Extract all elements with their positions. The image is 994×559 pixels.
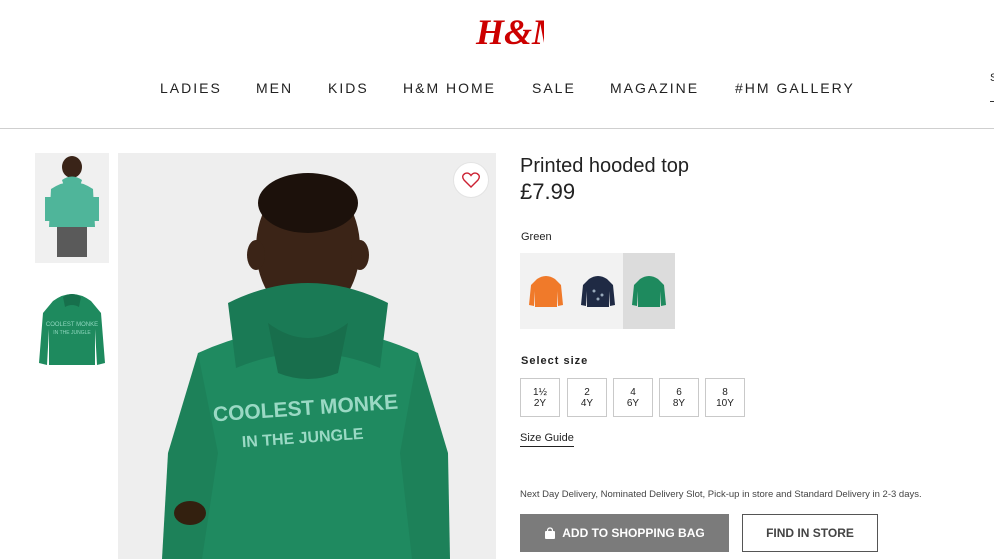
swatch-navy-image (581, 276, 615, 307)
swatch-navy[interactable] (572, 253, 624, 329)
hm-logo-svg: H&M (475, 12, 566, 52)
size-option-6y-year: 6Y (626, 398, 640, 409)
size-option-2y[interactable]: 1½ 2Y (520, 378, 560, 417)
size-option-4y[interactable]: 2 4Y (567, 378, 607, 417)
color-label: Green (521, 231, 552, 243)
nav-kids[interactable]: KIDS (328, 80, 369, 96)
add-to-bag-label: ADD TO SHOPPING BAG (562, 526, 705, 540)
select-size-label: Select size (521, 355, 589, 367)
size-option-2y-age: 1½ (533, 387, 547, 398)
favourite-button[interactable] (453, 162, 489, 198)
nav-men[interactable]: MEN (256, 80, 293, 96)
shopping-bag-icon (545, 527, 556, 539)
product-title: Printed hooded top (520, 155, 690, 177)
heart-icon (462, 172, 480, 188)
swatch-green-image (632, 276, 666, 307)
delivery-info: Next Day Delivery, Nominated Delivery Sl… (520, 489, 922, 500)
hm-logo[interactable]: H&M (472, 6, 566, 54)
nav-search-partial[interactable]: S (990, 72, 994, 102)
thumbnail-model-image (35, 153, 109, 263)
size-guide-link[interactable]: Size Guide (520, 432, 574, 447)
size-option-10y-age: 8 (722, 387, 728, 398)
nav-search-partial-text: S (990, 72, 994, 84)
size-option-6y-age: 4 (630, 387, 636, 398)
thumbnail-hoodie-image: COOLEST MONKE IN THE JUNGLE (39, 294, 105, 365)
nav-ladies[interactable]: LADIES (160, 80, 222, 96)
nav-hm-gallery[interactable]: #HM GALLERY (735, 80, 855, 96)
size-option-10y-year: 10Y (716, 398, 734, 409)
size-option-8y-age: 6 (676, 387, 682, 398)
size-option-6y[interactable]: 4 6Y (613, 378, 653, 417)
size-option-8y[interactable]: 6 8Y (659, 378, 699, 417)
size-option-4y-age: 2 (584, 387, 590, 398)
product-price: £7.99 (520, 179, 576, 204)
find-in-store-button[interactable]: FIND IN STORE (742, 514, 878, 552)
main-product-image[interactable]: COOLEST MONKE IN THE JUNGLE (118, 153, 496, 559)
size-option-10y[interactable]: 8 10Y (705, 378, 745, 417)
swatch-orange[interactable] (520, 253, 572, 329)
size-option-8y-year: 8Y (672, 398, 686, 409)
nav-magazine[interactable]: MAGAZINE (610, 80, 699, 96)
header-divider (0, 128, 994, 129)
thumbnail-hoodie-print-line2: IN THE JUNGLE (53, 330, 91, 336)
swatch-green[interactable] (623, 253, 675, 329)
swatch-orange-image (529, 276, 563, 307)
nav-hm-home[interactable]: H&M HOME (403, 80, 496, 96)
find-in-store-label: FIND IN STORE (766, 526, 854, 540)
size-option-2y-year: 2Y (533, 398, 547, 409)
main-nav: LADIES MEN KIDS H&M HOME SALE MAGAZINE #… (0, 80, 994, 98)
thumbnail-hoodie[interactable]: COOLEST MONKE IN THE JUNGLE (35, 283, 109, 393)
thumbnail-hoodie-print-line1: COOLEST MONKE (46, 322, 98, 328)
main-product-image-art: COOLEST MONKE IN THE JUNGLE (118, 153, 496, 559)
nav-sale[interactable]: SALE (532, 80, 576, 96)
thumbnail-model[interactable] (35, 153, 109, 263)
logo-text: H&M (475, 12, 544, 52)
add-to-bag-button[interactable]: ADD TO SHOPPING BAG (520, 514, 729, 552)
size-option-4y-year: 4Y (580, 398, 594, 409)
